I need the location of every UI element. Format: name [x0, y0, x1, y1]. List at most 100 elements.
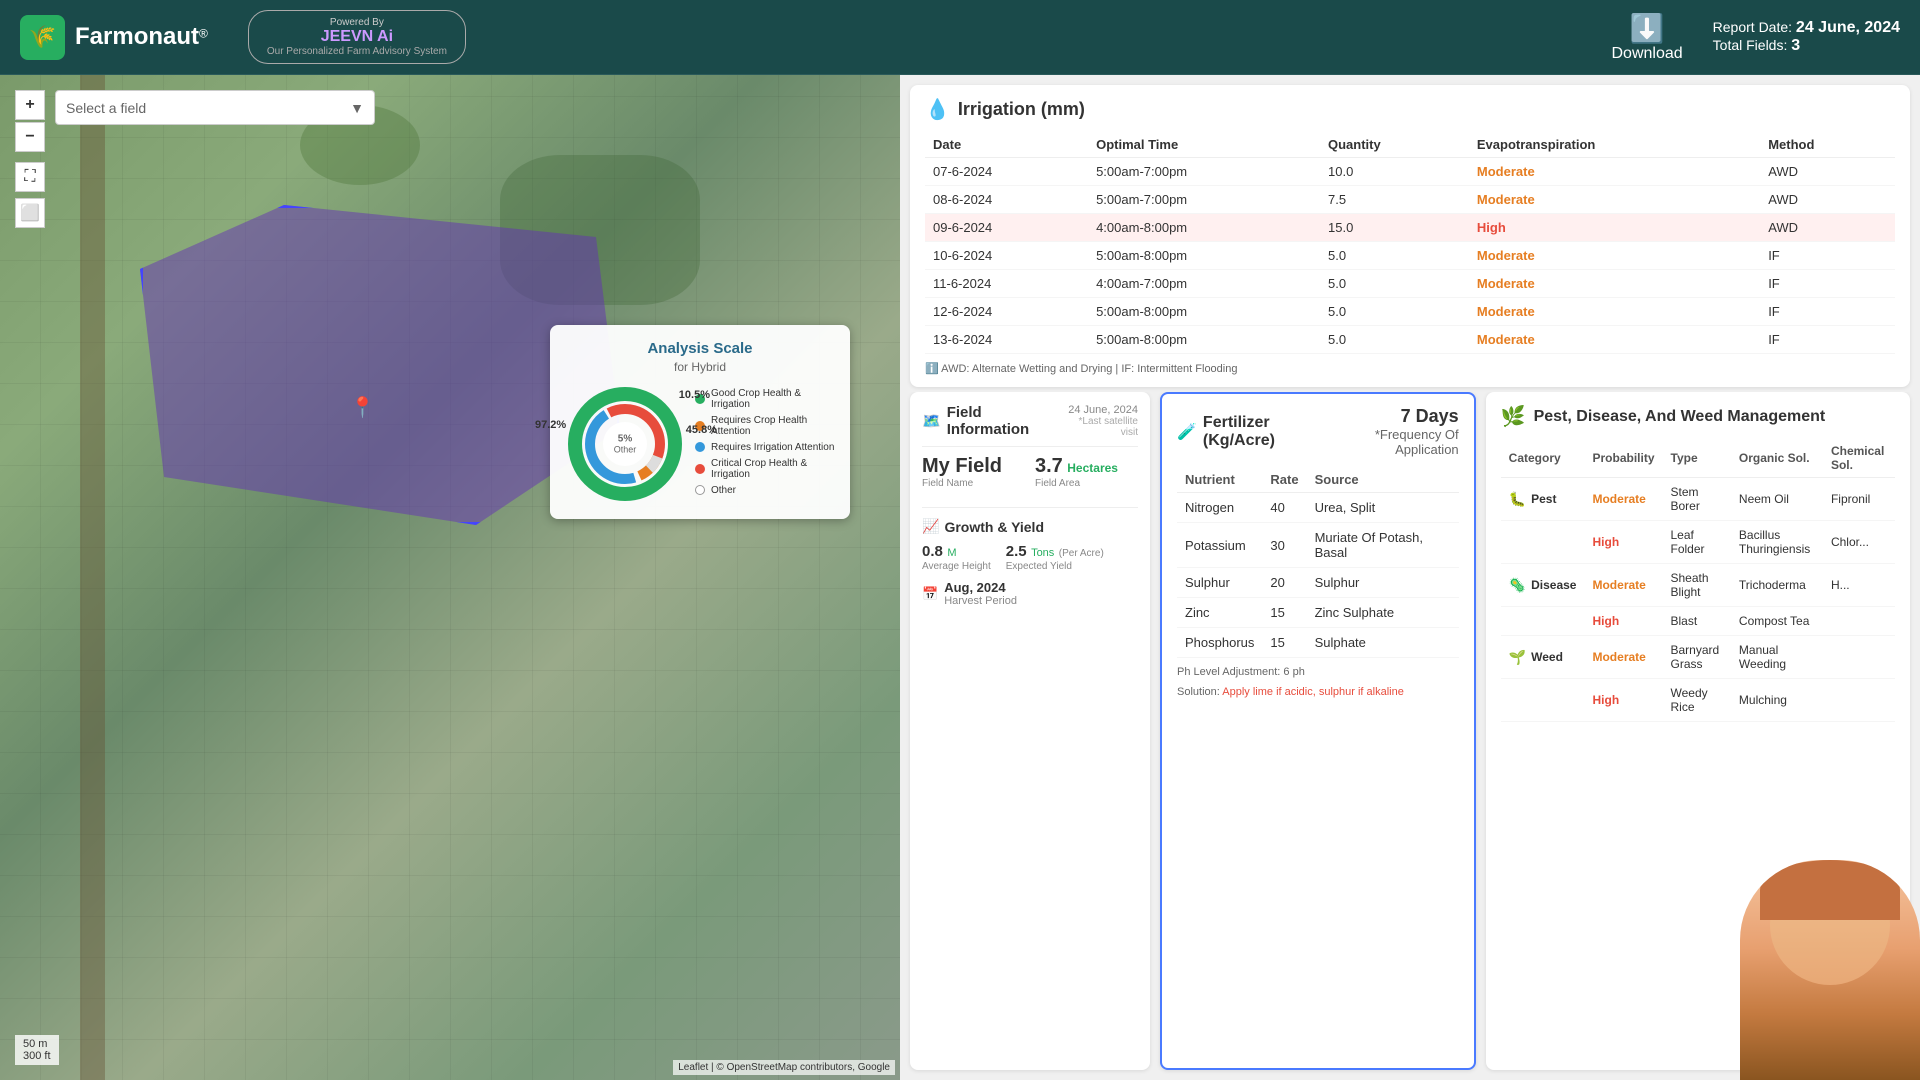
cell-nutrient: Zinc — [1177, 598, 1262, 628]
legend-dot-critical — [695, 464, 705, 474]
cell-chemical: Fipronil — [1823, 478, 1895, 521]
col-source: Source — [1307, 467, 1459, 493]
layer-button[interactable]: ⬜ — [15, 198, 45, 228]
terrain-road — [80, 75, 105, 1080]
cell-evap: Moderate — [1469, 186, 1760, 214]
fertilizer-table-row: Sulphur 20 Sulphur — [1177, 568, 1459, 598]
cell-date: 07-6-2024 — [925, 158, 1088, 186]
map-attribution: Leaflet | © OpenStreetMap contributors, … — [673, 1060, 895, 1075]
pest-table-row: 🐛Pest Moderate Stem Borer Neem Oil Fipro… — [1501, 478, 1895, 521]
col-optimal-time: Optimal Time — [1088, 132, 1320, 158]
legend-item-other: Other — [695, 485, 835, 496]
field-stats: My Field Field Name 3.7 Hectares Field A… — [922, 446, 1138, 497]
logo-text: Farmonaut® — [75, 23, 208, 51]
field-polygon — [140, 205, 620, 525]
cell-category — [1501, 607, 1585, 636]
cell-category: 🦠Disease — [1501, 564, 1585, 607]
cell-type: Weedy Rice — [1663, 679, 1731, 722]
col-nutrient: Nutrient — [1177, 467, 1262, 493]
cell-method: AWD — [1760, 158, 1895, 186]
col-probability: Probability — [1584, 439, 1662, 478]
legend-dot-requires-irrigation — [695, 442, 705, 452]
fertilizer-panel: 🧪 Fertilizer (Kg/Acre) 7 Days *Frequency… — [1160, 392, 1476, 1070]
col-date: Date — [925, 132, 1088, 158]
cell-method: IF — [1760, 270, 1895, 298]
field-info-title: 🗺️ Field Information — [922, 404, 1062, 438]
cell-nutrient: Potassium — [1177, 523, 1262, 568]
pest-table-row: High Leaf Folder Bacillus Thuringiensis … — [1501, 521, 1895, 564]
fertilizer-table: Nutrient Rate Source Nitrogen 40 Urea, S… — [1177, 467, 1459, 658]
cell-time: 5:00am-8:00pm — [1088, 242, 1320, 270]
cell-type: Stem Borer — [1663, 478, 1731, 521]
header: 🌾 Farmonaut® Powered By JEEVN Ai Our Per… — [0, 0, 1920, 75]
field-info-header: 🗺️ Field Information 24 June, 2024 *Last… — [922, 404, 1138, 438]
col-type: Type — [1663, 439, 1731, 478]
cell-organic: Manual Weeding — [1731, 636, 1823, 679]
fertilizer-frequency: 7 Days *Frequency Of Application — [1326, 406, 1459, 457]
header-right: ⬇️ Download Report Date: 24 June, 2024 T… — [1612, 12, 1901, 63]
field-info-panel: 🗺️ Field Information 24 June, 2024 *Last… — [910, 392, 1150, 1070]
fertilizer-notes: Ph Level Adjustment: 6 ph — [1177, 666, 1459, 678]
field-select-dropdown[interactable]: Select a field ▼ — [55, 90, 375, 125]
pest-icon: 🌿 — [1501, 404, 1526, 429]
cell-qty: 10.0 — [1320, 158, 1469, 186]
jeevn-badge: Powered By JEEVN Ai Our Personalized Far… — [248, 10, 466, 64]
irrigation-table: Date Optimal Time Quantity Evapotranspir… — [925, 132, 1895, 354]
irrigation-table-row: 07-6-2024 5:00am-7:00pm 10.0 Moderate AW… — [925, 158, 1895, 186]
growth-stats: 0.8 M Average Height 2.5 Tons (Per Acre)… — [922, 543, 1138, 572]
col-quantity: Quantity — [1320, 132, 1469, 158]
legend-item-good: Good Crop Health & Irrigation — [695, 388, 835, 410]
fullscreen-button[interactable]: ⛶ — [15, 162, 45, 192]
download-icon: ⬇️ — [1630, 12, 1665, 45]
growth-title: 📈 Growth & Yield — [922, 518, 1138, 535]
cell-date: 13-6-2024 — [925, 326, 1088, 354]
zoom-in-button[interactable]: + — [15, 90, 45, 120]
bottom-panels: 🗺️ Field Information 24 June, 2024 *Last… — [900, 392, 1920, 1080]
cell-organic: Trichoderma — [1731, 564, 1823, 607]
legend-item-requires-irrigation: Requires Irrigation Attention — [695, 442, 835, 453]
cell-type: Blast — [1663, 607, 1731, 636]
cell-type: Sheath Blight — [1663, 564, 1731, 607]
irrigation-icon: 💧 — [925, 97, 950, 122]
cell-rate: 30 — [1262, 523, 1306, 568]
cell-organic: Mulching — [1731, 679, 1823, 722]
cell-evap: Moderate — [1469, 270, 1760, 298]
fertilizer-table-row: Nitrogen 40 Urea, Split — [1177, 493, 1459, 523]
cell-nutrient: Sulphur — [1177, 568, 1262, 598]
cell-nutrient: Phosphorus — [1177, 628, 1262, 658]
cell-time: 4:00am-7:00pm — [1088, 270, 1320, 298]
fertilizer-solution: Solution: Apply lime if acidic, sulphur … — [1177, 686, 1459, 698]
cell-time: 5:00am-7:00pm — [1088, 158, 1320, 186]
fertilizer-icon: 🧪 — [1177, 422, 1197, 442]
cell-chemical: H... — [1823, 564, 1895, 607]
cell-probability: High — [1584, 607, 1662, 636]
irrigation-table-row: 11-6-2024 4:00am-7:00pm 5.0 Moderate IF — [925, 270, 1895, 298]
cell-source: Muriate Of Potash, Basal — [1307, 523, 1459, 568]
height-stat: 0.8 M Average Height — [922, 543, 991, 572]
cell-source: Sulphate — [1307, 628, 1459, 658]
field-info-icon: 🗺️ — [922, 412, 941, 430]
cell-organic: Neem Oil — [1731, 478, 1823, 521]
cell-type: Barnyard Grass — [1663, 636, 1731, 679]
cell-organic: Bacillus Thuringiensis — [1731, 521, 1823, 564]
fertilizer-title: 🧪 Fertilizer (Kg/Acre) — [1177, 414, 1326, 450]
cell-chemical — [1823, 607, 1895, 636]
cell-qty: 7.5 — [1320, 186, 1469, 214]
zoom-out-button[interactable]: − — [15, 122, 45, 152]
cell-rate: 20 — [1262, 568, 1306, 598]
cell-method: AWD — [1760, 186, 1895, 214]
cell-probability: Moderate — [1584, 478, 1662, 521]
irrigation-table-row: 09-6-2024 4:00am-8:00pm 15.0 High AWD — [925, 214, 1895, 242]
col-category: Category — [1501, 439, 1585, 478]
map-scale: 50 m 300 ft — [15, 1035, 59, 1065]
map-background: 📍 + − ⛶ ⬜ Select a field ▼ 50 m 300 ft L… — [0, 75, 900, 1080]
irrigation-footnote: ℹ️ AWD: Alternate Wetting and Drying | I… — [925, 362, 1895, 375]
irrigation-table-row: 12-6-2024 5:00am-8:00pm 5.0 Moderate IF — [925, 298, 1895, 326]
pest-table-row: 🦠Disease Moderate Sheath Blight Trichode… — [1501, 564, 1895, 607]
download-button[interactable]: ⬇️ Download — [1612, 12, 1683, 63]
growth-section: 📈 Growth & Yield 0.8 M Average Height — [922, 507, 1138, 607]
analysis-chart-area: 97.2% 10.5% 45.8% — [565, 384, 835, 504]
cell-source: Urea, Split — [1307, 493, 1459, 523]
cell-method: IF — [1760, 298, 1895, 326]
cell-evap: Moderate — [1469, 158, 1760, 186]
